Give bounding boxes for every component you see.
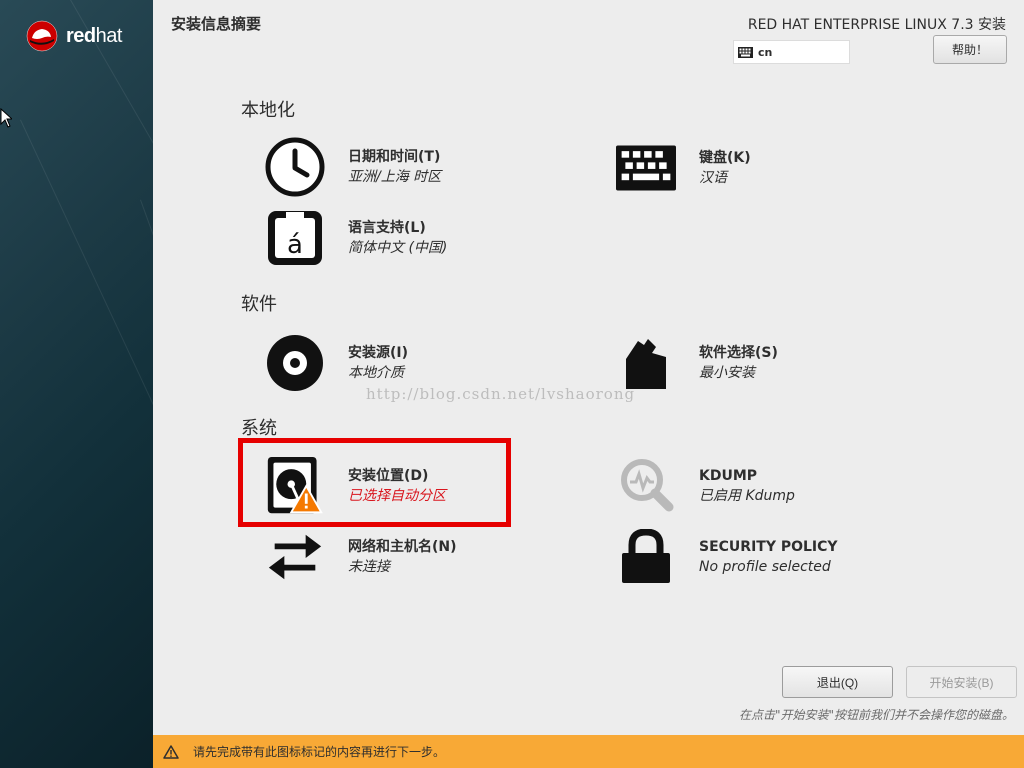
footer-note: 在点击"开始安装"按钮前我们并不会操作您的磁盘。 [738, 708, 1014, 722]
spoke-keyboard-name: 键盘(K) [699, 150, 751, 166]
spoke-destination-name: 安装位置(D) [348, 468, 429, 484]
section-software: 软件 [241, 294, 277, 315]
spoke-language-status: 简体中文 (中国) [348, 240, 448, 256]
redhat-logo: redhat [26, 20, 122, 52]
spoke-datetime-status: 亚洲/上海 时区 [348, 169, 442, 185]
quit-button[interactable]: 退出(Q) [782, 666, 893, 698]
spoke-kdump-name: KDUMP [699, 468, 758, 484]
spoke-source-name: 安装源(I) [348, 345, 409, 361]
language-icon: á [265, 208, 325, 268]
spoke-network[interactable]: 网络和主机名(N) 未连接 [265, 527, 457, 587]
main-panel: 安装信息摘要 RED HAT ENTERPRISE LINUX 7.3 安装 c… [153, 0, 1024, 768]
keyboard-small-icon [738, 46, 753, 58]
clock-icon [265, 137, 325, 197]
redhat-shadowman-icon [26, 20, 58, 52]
spoke-security[interactable]: SECURITY POLICY No profile selected [616, 527, 838, 587]
spoke-language[interactable]: á 语言支持(L) 简体中文 (中国) [265, 208, 447, 268]
network-arrows-icon [265, 527, 325, 587]
spoke-kdump[interactable]: KDUMP 已启用 Kdump [616, 456, 795, 516]
spoke-source[interactable]: 安装源(I) 本地介质 [265, 333, 408, 393]
harddisk-warning-icon [265, 456, 325, 516]
spoke-language-name: 语言支持(L) [348, 220, 426, 236]
spoke-network-name: 网络和主机名(N) [348, 539, 457, 555]
sidebar: redhat [0, 0, 153, 768]
spoke-software[interactable]: 软件选择(S) 最小安装 [616, 333, 778, 393]
mouse-cursor-icon [0, 108, 12, 128]
spoke-security-name: SECURITY POLICY [699, 539, 838, 555]
warning-bar-text: 请先完成带有此图标标记的内容再进行下一步。 [193, 745, 446, 759]
spoke-datetime[interactable]: 日期和时间(T) 亚洲/上海 时区 [265, 137, 441, 197]
spoke-security-status: No profile selected [699, 559, 831, 575]
spoke-kdump-status: 已启用 Kdump [699, 488, 795, 504]
warning-bar: 请先完成带有此图标标记的内容再进行下一步。 [153, 735, 1024, 768]
begin-installation-button[interactable]: 开始安装(B) [906, 666, 1017, 698]
kdump-search-icon [616, 456, 676, 516]
disc-icon [265, 333, 325, 393]
spoke-network-status: 未连接 [348, 559, 390, 575]
spoke-software-name: 软件选择(S) [699, 345, 778, 361]
spoke-keyboard-status: 汉语 [699, 170, 727, 186]
help-button[interactable]: 帮助！ [933, 35, 1007, 64]
spoke-datetime-name: 日期和时间(T) [348, 149, 441, 165]
spoke-software-status: 最小安装 [699, 365, 755, 381]
keyboard-layout-indicator[interactable]: cn [733, 40, 850, 64]
package-icon [616, 333, 676, 393]
logo-text: redhat [66, 24, 122, 47]
svg-text:á: á [287, 230, 303, 260]
spoke-keyboard[interactable]: 键盘(K) 汉语 [616, 138, 751, 198]
page-title: 安装信息摘要 [171, 15, 262, 33]
section-system: 系统 [241, 418, 277, 439]
warning-icon [163, 744, 179, 759]
spoke-source-status: 本地介质 [348, 365, 404, 381]
keyboard-layout-label: cn [758, 45, 773, 59]
product-name: RED HAT ENTERPRISE LINUX 7.3 安装 [747, 17, 1006, 33]
section-localization: 本地化 [241, 100, 295, 121]
spoke-destination-status: 已选择自动分区 [348, 488, 446, 504]
spoke-destination[interactable]: 安装位置(D) 已选择自动分区 [265, 456, 446, 516]
lock-icon [616, 527, 676, 587]
keyboard-icon [616, 138, 676, 198]
